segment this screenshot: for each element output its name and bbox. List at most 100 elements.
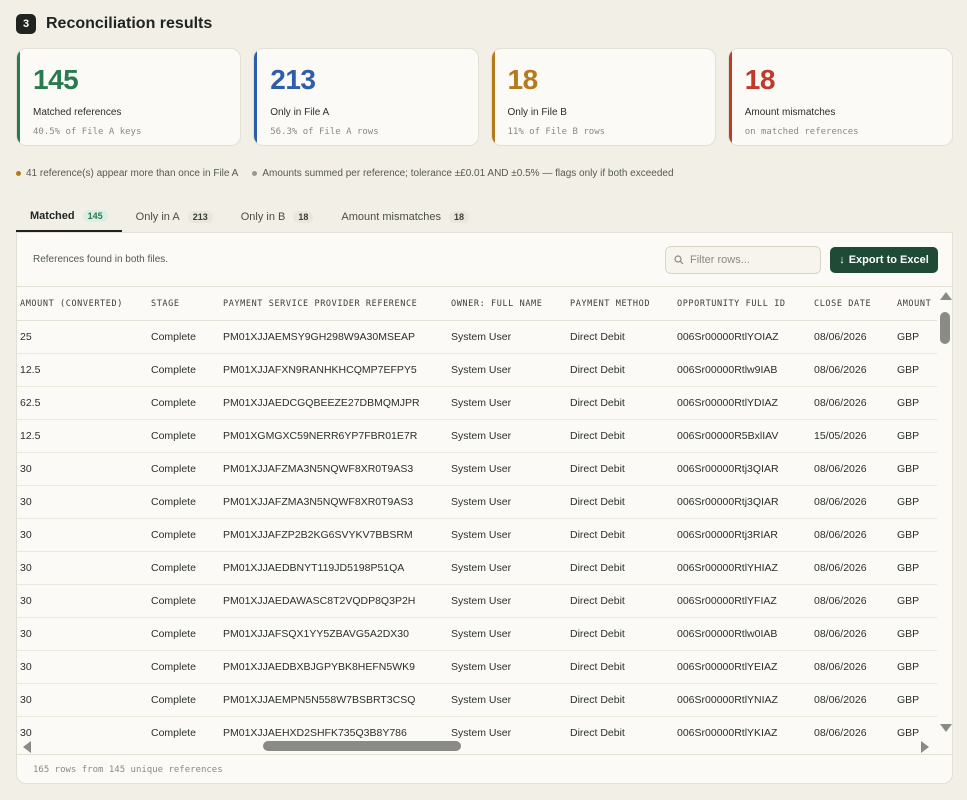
card-subtext: on matched references xyxy=(744,127,859,137)
table-cell: PM01XGMGXC59NERR6YP7FBR01E7R xyxy=(220,419,448,453)
table-cell: 08/06/2026 xyxy=(811,485,894,519)
table-cell: 006Sr00000Rtj3QIAR xyxy=(674,485,811,519)
table-cell: 15/05/2026 xyxy=(811,419,894,453)
card-amount-mismatches: 18 Amount mismatches on matched referenc… xyxy=(727,48,953,146)
table-row[interactable]: 30 Complete PM01XJJAFZMA3N5NQWF8XR0T9AS3 Sy… xyxy=(17,485,937,519)
tab-only-in-a[interactable]: Only in A 213 xyxy=(122,202,227,232)
filter-box[interactable] xyxy=(665,246,821,274)
table-cell: Complete xyxy=(148,716,220,738)
table-cell: 006Sr00000Rtlw9IAB xyxy=(674,353,811,387)
table-cell: PM01XJJAEHXD2SHFK735Q3B8Y786 xyxy=(220,716,448,738)
table-cell: Direct Debit xyxy=(567,320,674,354)
table-cell: Complete xyxy=(148,584,220,618)
table-row[interactable]: 30 Complete PM01XJJAFZP2B2KG6SVYKV7BBSRM Sy… xyxy=(17,518,937,552)
table-description: References found in both files. xyxy=(33,254,169,265)
export-to-excel-button[interactable]: ↓ Export to Excel xyxy=(830,247,938,273)
download-arrow-icon: ↓ xyxy=(839,254,845,266)
table-row[interactable]: 12.5 Complete PM01XJJAFXN9RANHKHCQMP7EFPY5… xyxy=(17,353,937,387)
filter-input[interactable] xyxy=(690,254,810,266)
table-row[interactable]: 30 Complete PM01XJJAEHXD2SHFK735Q3B8Y786 Sy… xyxy=(17,716,937,738)
table-row[interactable]: 30 Complete PM01XJJAEMPN5N558W7BSBRT3CSQ Sy… xyxy=(17,683,937,717)
table-row[interactable]: 30 Complete PM01XJJAEDBXBJGPYBK8HEFN5WK9 Sy… xyxy=(17,650,937,684)
column-header-close-date[interactable]: CLOSE DATE xyxy=(811,288,894,321)
column-header-stage[interactable]: STAGE xyxy=(148,288,220,321)
table-row[interactable]: 30 Complete PM01XJJAEDBNYT119JD5198P51QA Sy… xyxy=(17,551,937,585)
column-header-amount[interactable]: AMOUNT xyxy=(894,288,937,321)
scroll-right-arrow-icon[interactable] xyxy=(921,741,929,753)
tab-only-in-b[interactable]: Only in B 18 xyxy=(227,202,328,232)
table-row[interactable]: 30 Complete PM01XJJAEDAWASC8T2VQDP8Q3P2H Sy… xyxy=(17,584,937,618)
table-cell: System User xyxy=(448,353,567,387)
table-cell: 30 xyxy=(17,452,148,486)
table-row[interactable]: 12.5 Complete PM01XGMGXC59NERR6YP7FBR01E7R… xyxy=(17,419,937,453)
scroll-up-arrow-icon[interactable] xyxy=(940,292,952,300)
column-header-psp-reference[interactable]: PAYMENT SERVICE PROVIDER REFERENCE xyxy=(220,288,448,321)
table-cell: 12.5 xyxy=(17,353,148,387)
table-cell: 30 xyxy=(17,716,148,738)
card-value: 145 xyxy=(33,64,79,95)
column-header-owner-full-name[interactable]: OWNER: FULL NAME xyxy=(448,288,567,321)
table-row[interactable]: 25 Complete PM01XJJAEMSY9GH298W9A30MSEAP Sy… xyxy=(17,320,937,354)
table-cell: System User xyxy=(448,518,567,552)
table-cell: 08/06/2026 xyxy=(811,716,894,738)
table-cell: 12.5 xyxy=(17,419,148,453)
table-cell: System User xyxy=(448,617,567,651)
tab-count-badge: 213 xyxy=(187,211,213,223)
column-header-opportunity-full-id[interactable]: OPPORTUNITY FULL ID xyxy=(674,288,811,321)
table-body: 25 Complete PM01XJJAEMSY9GH298W9A30MSEAP Sy… xyxy=(17,320,937,738)
table-cell: PM01XJJAEDBNYT119JD5198P51QA xyxy=(220,551,448,585)
column-header-payment-method[interactable]: PAYMENT METHOD xyxy=(567,288,674,321)
export-label: Export to Excel xyxy=(848,254,929,266)
table-cell: System User xyxy=(448,716,567,738)
summary-cards: 145 Matched references 40.5% of File A k… xyxy=(16,48,953,146)
note-duplicates: 41 reference(s) appear more than once in… xyxy=(16,168,238,179)
table-viewport[interactable]: AMOUNT (CONVERTED) STAGE PAYMENT SERVICE… xyxy=(17,288,937,738)
table-cell: Complete xyxy=(148,320,220,354)
table-cell: System User xyxy=(448,320,567,354)
table-cell: PM01XJJAEMPN5N558W7BSBRT3CSQ xyxy=(220,683,448,717)
table-row[interactable]: 30 Complete PM01XJJAFSQX1YY5ZBAVG5A2DX30 Sy… xyxy=(17,617,937,651)
card-value: 18 xyxy=(507,64,539,95)
horizontal-scroll-thumb[interactable] xyxy=(263,741,461,751)
card-subtext: 40.5% of File A keys xyxy=(33,127,142,137)
table-cell: 006Sr00000Rtlw0IAB xyxy=(674,617,811,651)
table-cell: GBP xyxy=(894,617,937,651)
table-cell: GBP xyxy=(894,320,937,354)
table-cell: System User xyxy=(448,683,567,717)
card-value: 213 xyxy=(270,64,316,95)
table-cell: 006Sr00000Rtj3RIAR xyxy=(674,518,811,552)
vertical-scrollbar[interactable] xyxy=(937,288,952,738)
table-cell: Direct Debit xyxy=(567,617,674,651)
vertical-scroll-thumb[interactable] xyxy=(940,312,950,344)
scroll-left-arrow-icon[interactable] xyxy=(23,741,31,753)
column-header-amount-converted[interactable]: AMOUNT (CONVERTED) xyxy=(17,288,148,321)
table-cell: 30 xyxy=(17,617,148,651)
table-cell: 30 xyxy=(17,551,148,585)
table-cell: PM01XJJAEDCGQBEEZE27DBMQMJPR xyxy=(220,386,448,420)
tab-count-badge: 18 xyxy=(449,211,470,223)
horizontal-scrollbar[interactable] xyxy=(17,738,937,754)
table-cell: Direct Debit xyxy=(567,650,674,684)
note-text: 41 reference(s) appear more than once in… xyxy=(26,168,239,179)
table-row[interactable]: 62.5 Complete PM01XJJAEDCGQBEEZE27DBMQMJPR… xyxy=(17,386,937,420)
table-cell: 30 xyxy=(17,485,148,519)
table-cell: PM01XJJAFSQX1YY5ZBAVG5A2DX30 xyxy=(220,617,448,651)
table-cell: PM01XJJAFXN9RANHKHCQMP7EFPY5 xyxy=(220,353,448,387)
table-cell: Complete xyxy=(148,386,220,420)
tab-label: Only in B xyxy=(240,211,286,223)
tab-amount-mismatches[interactable]: Amount mismatches 18 xyxy=(327,202,483,232)
table-row[interactable]: 30 Complete PM01XJJAFZMA3N5NQWF8XR0T9AS3 Sy… xyxy=(17,452,937,486)
table-cell: GBP xyxy=(894,716,937,738)
scroll-down-arrow-icon[interactable] xyxy=(940,724,952,732)
section-header: 3 Reconciliation results xyxy=(16,14,212,34)
tab-matched[interactable]: Matched 145 xyxy=(16,202,122,232)
search-icon xyxy=(674,255,684,265)
table-cell: 006Sr00000RtlYKIAZ xyxy=(674,716,811,738)
card-subtext: 56.3% of File A rows xyxy=(270,127,379,137)
table-cell: PM01XJJAEDBXBJGPYBK8HEFN5WK9 xyxy=(220,650,448,684)
tab-label: Only in A xyxy=(135,211,180,223)
table-cell: PM01XJJAFZMA3N5NQWF8XR0T9AS3 xyxy=(220,485,448,519)
table-cell: PM01XJJAEMSY9GH298W9A30MSEAP xyxy=(220,320,448,354)
warning-dot-icon xyxy=(16,171,21,176)
table-cell: 006Sr00000Rtj3QIAR xyxy=(674,452,811,486)
